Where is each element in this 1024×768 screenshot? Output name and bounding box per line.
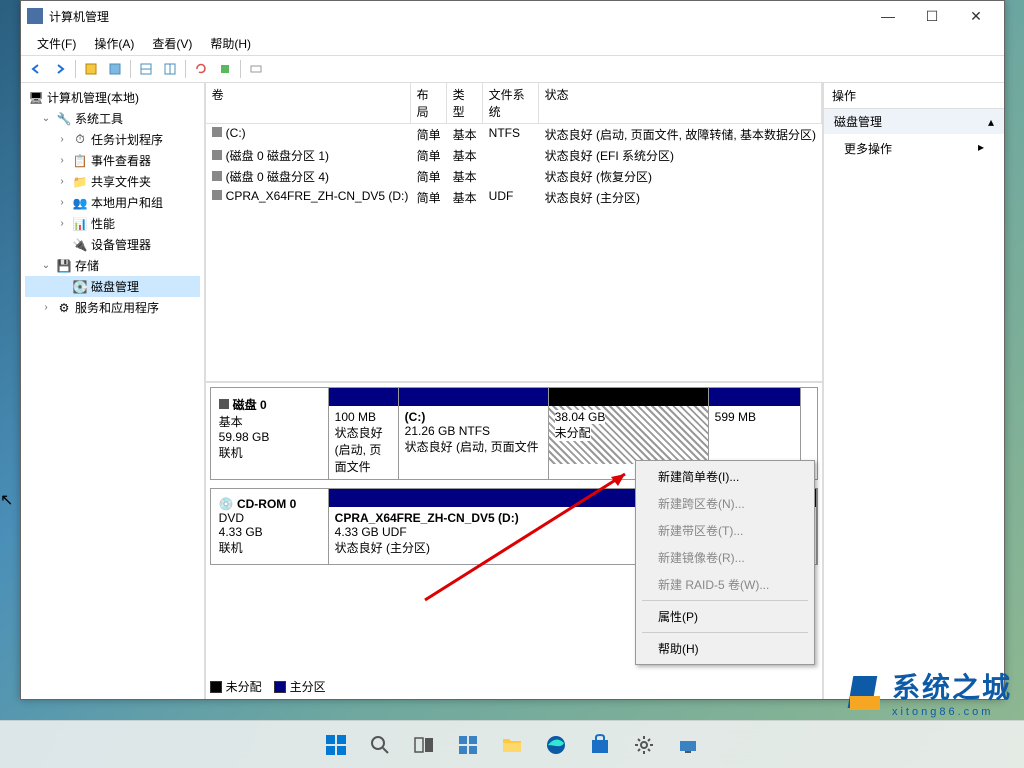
device-icon: 🔌 xyxy=(72,237,88,253)
tree-services[interactable]: ›⚙服务和应用程序 xyxy=(25,297,200,318)
app-icon xyxy=(27,8,43,24)
tree-performance[interactable]: ›📊性能 xyxy=(25,213,200,234)
partition-efi[interactable]: 100 MB状态良好 (启动, 页面文件 xyxy=(329,388,399,479)
computer-icon: 🖥 xyxy=(28,90,44,106)
app-button[interactable] xyxy=(668,725,708,765)
minimize-button[interactable]: — xyxy=(866,2,910,30)
toolbar xyxy=(21,55,1004,83)
tree-task-scheduler[interactable]: ›⏱任务计划程序 xyxy=(25,129,200,150)
header-volume[interactable]: 卷 xyxy=(206,83,411,123)
tree-storage[interactable]: ⌄💾存储 xyxy=(25,255,200,276)
volume-row[interactable]: (磁盘 0 磁盘分区 1)简单基本状态良好 (EFI 系统分区) xyxy=(206,145,822,166)
services-icon: ⚙ xyxy=(56,300,72,316)
taskbar[interactable] xyxy=(0,720,1024,768)
titlebar[interactable]: 计算机管理 — ☐ ✕ xyxy=(21,1,1004,31)
tree-device-manager[interactable]: 🔌设备管理器 xyxy=(25,234,200,255)
volume-header[interactable]: 卷 布局 类型 文件系统 状态 xyxy=(206,83,822,124)
start-button[interactable] xyxy=(316,725,356,765)
search-button[interactable] xyxy=(360,725,400,765)
menu-new-striped-volume: 新建带区卷(T)... xyxy=(638,517,812,544)
menubar: 文件(F) 操作(A) 查看(V) 帮助(H) xyxy=(21,31,1004,55)
header-status[interactable]: 状态 xyxy=(539,83,822,123)
actions-section[interactable]: 磁盘管理▴ xyxy=(824,109,1004,134)
edge-button[interactable] xyxy=(536,725,576,765)
volume-list[interactable]: 卷 布局 类型 文件系统 状态 (C:)简单基本NTFS状态良好 (启动, 页面… xyxy=(206,83,822,383)
back-button[interactable] xyxy=(25,58,47,80)
context-menu: 新建简单卷(I)... 新建跨区卷(N)... 新建带区卷(T)... 新建镜像… xyxy=(635,460,815,665)
widgets-button[interactable] xyxy=(448,725,488,765)
toolbar-button-3[interactable] xyxy=(135,58,157,80)
watermark: 系统之城 xitong86.com xyxy=(846,666,1012,718)
volume-row[interactable]: (C:)简单基本NTFS状态良好 (启动, 页面文件, 故障转储, 基本数据分区… xyxy=(206,124,822,145)
event-icon: 📋 xyxy=(72,153,88,169)
clock-icon: ⏱ xyxy=(72,132,88,148)
watermark-logo-icon xyxy=(846,672,886,712)
menu-file[interactable]: 文件(F) xyxy=(29,33,84,54)
mouse-cursor-icon: ↖ xyxy=(0,490,13,510)
folder-icon: 📁 xyxy=(72,174,88,190)
disk-0-label[interactable]: 磁盘 0 基本 59.98 GB 联机 xyxy=(211,388,329,479)
cdrom-label[interactable]: 💿 CD-ROM 0 DVD 4.33 GB 联机 xyxy=(211,489,329,564)
menu-help[interactable]: 帮助(H) xyxy=(638,635,812,662)
menu-help[interactable]: 帮助(H) xyxy=(202,33,259,54)
settings-button[interactable] xyxy=(624,725,664,765)
store-button[interactable] xyxy=(580,725,620,765)
menu-new-mirrored-volume: 新建镜像卷(R)... xyxy=(638,544,812,571)
refresh-button[interactable] xyxy=(190,58,212,80)
forward-button[interactable] xyxy=(49,58,71,80)
header-type[interactable]: 类型 xyxy=(447,83,483,123)
menu-action[interactable]: 操作(A) xyxy=(86,33,142,54)
menu-new-spanned-volume: 新建跨区卷(N)... xyxy=(638,490,812,517)
volume-row[interactable]: CPRA_X64FRE_ZH-CN_DV5 (D:)简单基本UDF状态良好 (主… xyxy=(206,187,822,208)
menu-new-simple-volume[interactable]: 新建简单卷(I)... xyxy=(638,463,812,490)
tree-system-tools[interactable]: ⌄🔧系统工具 xyxy=(25,108,200,129)
maximize-button[interactable]: ☐ xyxy=(910,2,954,30)
tree-event-viewer[interactable]: ›📋事件查看器 xyxy=(25,150,200,171)
actions-header: 操作 xyxy=(824,83,1004,109)
tree-local-users[interactable]: ›👥本地用户和组 xyxy=(25,192,200,213)
navigation-tree[interactable]: 🖥计算机管理(本地) ⌄🔧系统工具 ›⏱任务计划程序 ›📋事件查看器 ›📁共享文… xyxy=(21,83,206,699)
tools-icon: 🔧 xyxy=(56,111,72,127)
header-fs[interactable]: 文件系统 xyxy=(483,83,539,123)
tree-shared-folders[interactable]: ›📁共享文件夹 xyxy=(25,171,200,192)
explorer-button[interactable] xyxy=(492,725,532,765)
actions-more[interactable]: 更多操作▸ xyxy=(824,134,1004,163)
users-icon: 👥 xyxy=(72,195,88,211)
header-layout[interactable]: 布局 xyxy=(411,83,447,123)
tree-disk-management[interactable]: 💽磁盘管理 xyxy=(25,276,200,297)
toolbar-button-6[interactable] xyxy=(214,58,236,80)
window-title: 计算机管理 xyxy=(49,8,866,25)
perf-icon: 📊 xyxy=(72,216,88,232)
tree-root[interactable]: 🖥计算机管理(本地) xyxy=(25,87,200,108)
collapse-icon: ▴ xyxy=(988,115,994,129)
menu-properties[interactable]: 属性(P) xyxy=(638,603,812,630)
chevron-right-icon: ▸ xyxy=(978,140,984,157)
task-view-button[interactable] xyxy=(404,725,444,765)
partition-c[interactable]: (C:)21.26 GB NTFS状态良好 (启动, 页面文件 xyxy=(399,388,549,479)
volume-row[interactable]: (磁盘 0 磁盘分区 4)简单基本状态良好 (恢复分区) xyxy=(206,166,822,187)
menu-view[interactable]: 查看(V) xyxy=(144,33,200,54)
storage-icon: 💾 xyxy=(56,258,72,274)
disk-icon: 💽 xyxy=(72,279,88,295)
legend: 未分配 主分区 xyxy=(210,678,326,695)
toolbar-button-4[interactable] xyxy=(159,58,181,80)
toolbar-button-7[interactable] xyxy=(245,58,267,80)
actions-panel: 操作 磁盘管理▴ 更多操作▸ xyxy=(824,83,1004,699)
menu-new-raid5-volume: 新建 RAID-5 卷(W)... xyxy=(638,571,812,598)
toolbar-button-2[interactable] xyxy=(104,58,126,80)
toolbar-button-1[interactable] xyxy=(80,58,102,80)
computer-management-window: 计算机管理 — ☐ ✕ 文件(F) 操作(A) 查看(V) 帮助(H) 🖥计算机… xyxy=(20,0,1005,700)
close-button[interactable]: ✕ xyxy=(954,2,998,30)
